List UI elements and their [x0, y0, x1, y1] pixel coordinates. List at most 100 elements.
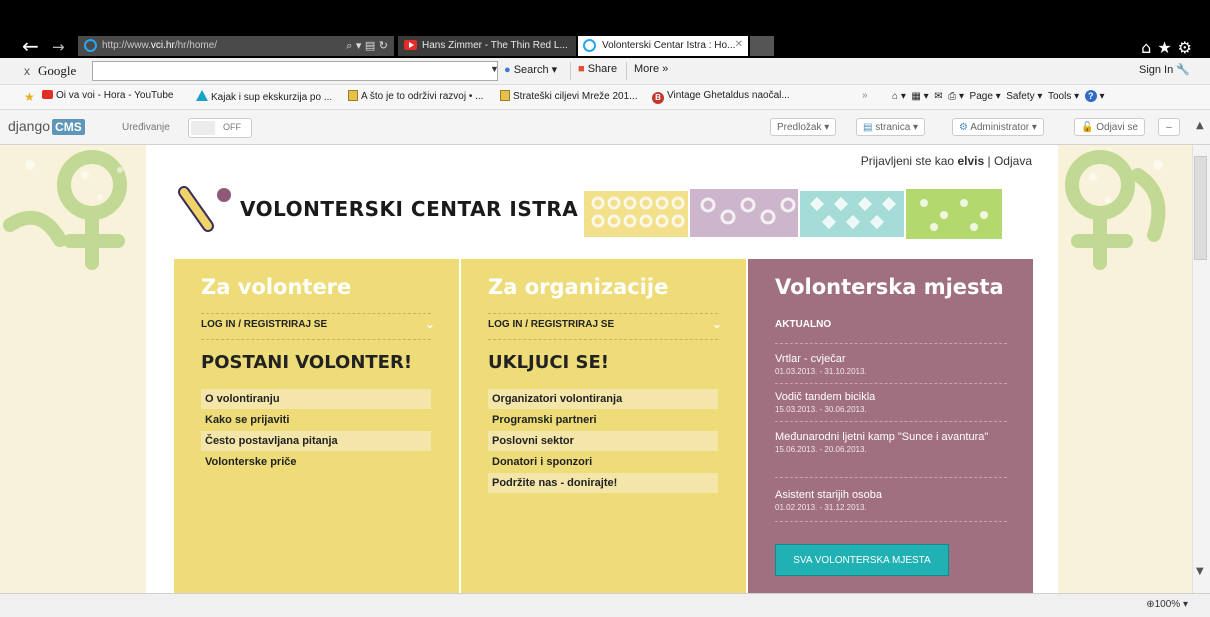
close-toolbar-icon[interactable]: x — [24, 64, 30, 78]
column-headline: POSTANI VOLONTER! — [201, 352, 413, 373]
nav-link[interactable]: Poslovni sektor — [488, 431, 718, 451]
favorite-link[interactable]: Oi va voi - Hora - YouTube — [42, 90, 173, 101]
divider — [488, 339, 718, 340]
nav-link[interactable]: Podržite nas - donirajte! — [488, 473, 718, 493]
page-icon: ▤ — [863, 122, 873, 133]
position-title: Asistent starijih osoba — [775, 489, 882, 501]
main-content: Prijavljeni ste kao elvis | Odjava VOLON… — [146, 145, 1058, 593]
favorite-link[interactable]: Kajak i sup ekskurzija po ... — [196, 90, 332, 103]
zoom-control[interactable]: ⊕100% ▾ — [1146, 599, 1188, 610]
position-title: Vrtlar - cvječar — [775, 353, 846, 365]
divider — [775, 383, 1007, 384]
home-icon[interactable]: ⌂ — [1141, 38, 1157, 57]
edit-label: Uređivanje — [122, 122, 170, 133]
print-icon[interactable]: ⎙ ▾ — [945, 91, 964, 102]
page-icon — [500, 90, 510, 101]
chevron-down-icon[interactable]: ▼ — [1196, 566, 1204, 577]
logout-link[interactable]: Odjava — [994, 154, 1032, 168]
position-item[interactable]: Vrtlar - cvječar 01.03.2013. - 31.10.201… — [775, 353, 1007, 376]
wrench-icon: 🔧 — [1176, 64, 1190, 76]
chevron-down-icon: ⌄ — [424, 317, 435, 331]
page-button[interactable]: ▤ stranica ▾ — [856, 118, 926, 136]
cms-logo: django CMS — [8, 118, 85, 135]
scrollbar-thumb[interactable] — [1194, 156, 1207, 260]
feeds-icon[interactable]: ▦ ▾ — [909, 91, 928, 102]
position-title: Vodič tandem bicikla — [775, 391, 876, 403]
column-title: Volonterska mjesta — [775, 275, 1004, 299]
nav-link[interactable]: O volontiranju — [201, 389, 431, 409]
chevron-down-icon[interactable]: ▼ — [490, 64, 499, 74]
close-tab-icon[interactable]: ✕ — [735, 39, 743, 50]
toolbar-divider — [570, 62, 571, 80]
volunteers-column: Za volontere LOG IN / REGISTRIRAJ SE ⌄ PO… — [174, 259, 459, 593]
address-controls-icon[interactable]: ⌕ ▾ ▤ ↻ — [346, 39, 388, 53]
template-button[interactable]: Predložak ▾ — [770, 118, 837, 136]
status-bar: ⊕100% ▾ — [0, 593, 1210, 617]
position-item[interactable]: Vodič tandem bicikla 15.03.2013. - 30.06… — [775, 391, 1007, 414]
divider — [775, 421, 1007, 422]
site-logo-icon[interactable] — [174, 182, 234, 234]
tab-youtube[interactable]: Hans Zimmer - The Thin Red L... — [398, 36, 576, 56]
settings-gear-icon[interactable]: ⚙ — [1178, 38, 1198, 57]
google-g-icon: ● — [504, 64, 511, 76]
minimize-toolbar-button[interactable]: – — [1158, 118, 1180, 136]
triangle-icon — [196, 90, 208, 101]
current-label: AKTUALNO — [775, 319, 832, 330]
tab-title: Volonterski Centar Istra : Ho... — [602, 40, 736, 51]
safety-menu[interactable]: Safety ▾ — [1003, 91, 1042, 102]
nav-link[interactable]: Donatori i sponzori — [488, 452, 718, 472]
page-icon — [348, 90, 358, 101]
nav-link[interactable]: Organizatori volontiranja — [488, 389, 718, 409]
back-arrow-icon[interactable]: ← — [22, 36, 39, 56]
overflow-chevron-icon[interactable]: » — [862, 90, 868, 101]
address-url: http://www.vci.hr/hr/home/ — [102, 40, 218, 51]
share-icon: ■ — [578, 63, 585, 75]
sign-in-link[interactable]: Sign In 🔧 — [1139, 63, 1190, 76]
favorite-link[interactable]: Strateški ciljevi Mreže 201... — [500, 90, 638, 102]
nav-link[interactable]: Često postavljana pitanja — [201, 431, 431, 451]
position-item[interactable]: Asistent starijih osoba 01.02.2013. - 31… — [775, 489, 1007, 512]
nav-link[interactable]: Volonterske priče — [201, 452, 431, 472]
favorites-star-icon[interactable]: ★ — [1157, 38, 1177, 57]
login-register-dropdown[interactable]: LOG IN / REGISTRIRAJ SE ⌄ — [488, 317, 722, 331]
page-menu[interactable]: Page ▾ — [967, 91, 1001, 102]
ie-page-icon — [84, 39, 97, 52]
tools-menu[interactable]: Tools ▾ — [1045, 91, 1079, 102]
zoom-icon: ⊕ — [1146, 599, 1155, 610]
organizations-column: Za organizacije LOG IN / REGISTRIRAJ SE ⌄… — [461, 259, 746, 593]
chevron-up-icon[interactable]: ▲ — [1196, 120, 1204, 131]
divider — [775, 477, 1007, 478]
toggle-knob — [191, 121, 215, 135]
column-headline: UKLJUCI SE! — [488, 352, 609, 373]
tab-volonterski-centar[interactable]: Volonterski Centar Istra : Ho... ✕ — [578, 36, 748, 56]
administrator-button[interactable]: ⚙ Administrator ▾ — [952, 118, 1044, 136]
address-bar[interactable]: http://www.vci.hr/hr/home/ ⌕ ▾ ▤ ↻ — [78, 36, 394, 56]
logout-button[interactable]: 🔓 Odjavi se — [1074, 118, 1145, 136]
position-dates: 01.03.2013. - 31.10.2013. — [775, 367, 867, 376]
google-search-button[interactable]: ● Search ▾ — [504, 63, 557, 76]
b-icon: B — [652, 92, 664, 104]
edit-mode-toggle[interactable]: OFF — [188, 118, 252, 138]
home-icon[interactable]: ⌂ ▾ — [892, 91, 906, 102]
nav-link[interactable]: Programski partneri — [488, 410, 718, 430]
more-button[interactable]: More » — [634, 63, 668, 75]
divider — [775, 343, 1007, 344]
tab-title: Hans Zimmer - The Thin Red L... — [422, 40, 568, 51]
command-bar: ⌂ ▾ ▦ ▾ ✉ ⎙ ▾ Page ▾ Safety ▾ Tools ▾ ? … — [892, 90, 1105, 102]
toolbar-divider — [626, 62, 627, 80]
forward-arrow-icon[interactable]: → — [52, 37, 65, 57]
position-item[interactable]: Međunarodni ljetni kamp "Sunce i avantur… — [775, 431, 1007, 454]
favorite-link[interactable]: A što je to održivi razvoj • ... — [348, 90, 483, 102]
all-positions-button[interactable]: SVA VOLONTERSKA MJESTA — [775, 544, 949, 576]
favorites-star-icon[interactable]: ★ — [24, 90, 35, 104]
new-tab-button[interactable] — [750, 36, 774, 56]
google-search-input[interactable] — [92, 61, 498, 81]
favorite-link[interactable]: B Vintage Ghetaldus naočal... — [652, 90, 790, 104]
mail-icon[interactable]: ✉ — [931, 91, 942, 102]
site-title[interactable]: VOLONTERSKI CENTAR ISTRA — [240, 197, 578, 221]
nav-link[interactable]: Kako se prijaviti — [201, 410, 431, 430]
help-icon[interactable]: ? ▾ — [1082, 90, 1105, 102]
share-button[interactable]: ■ Share — [578, 63, 617, 75]
login-register-dropdown[interactable]: LOG IN / REGISTRIRAJ SE ⌄ — [201, 317, 435, 331]
right-decoration — [1065, 150, 1166, 270]
